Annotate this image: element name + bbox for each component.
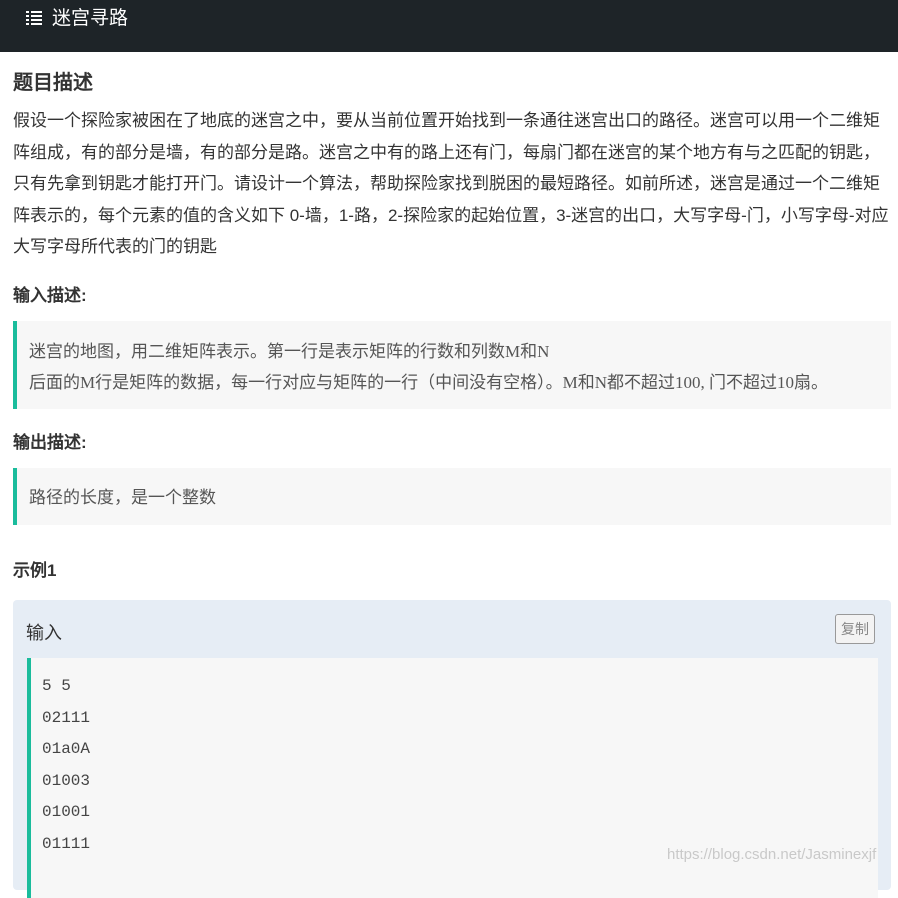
code-line: 5 5 <box>42 677 71 695</box>
top-bar: 迷宫寻路 <box>0 0 898 52</box>
problem-description: 假设一个探险家被困在了地底的迷宫之中，要从当前位置开始找到一条通往迷宫出口的路径… <box>13 111 889 256</box>
example-heading: 示例1 <box>13 561 57 580</box>
example-input-label: 输入 <box>26 623 62 643</box>
copy-button[interactable]: 复制 <box>835 614 875 644</box>
code-line: 01003 <box>42 772 91 790</box>
input-desc-heading: 输入描述: <box>13 286 87 305</box>
input-desc-block: 迷宫的地图，用二维矩阵表示。第一行是表示矩阵的行数和列数M和N 后面的M行是矩阵… <box>13 321 891 409</box>
problem-heading: 题目描述 <box>13 72 93 94</box>
code-line: 01001 <box>42 803 91 821</box>
output-desc-heading: 输出描述: <box>13 433 87 452</box>
code-line: 02111 <box>42 709 91 727</box>
input-desc-line: 迷宫的地图，用二维矩阵表示。第一行是表示矩阵的行数和列数M和N <box>29 342 550 361</box>
input-desc-line: 后面的M行是矩阵的数据，每一行对应与矩阵的一行（中间没有空格）。M和N都不超过1… <box>29 373 829 392</box>
code-line: 01111 <box>42 835 91 853</box>
watermark: https://blog.csdn.net/Jasminexjf <box>667 846 877 863</box>
output-desc-text: 路径的长度，是一个整数 <box>29 488 216 507</box>
code-line: 01a0A <box>42 740 91 758</box>
output-desc-block: 路径的长度，是一个整数 <box>13 468 891 525</box>
list-icon[interactable] <box>26 11 42 25</box>
page-title: 迷宫寻路 <box>52 8 129 29</box>
